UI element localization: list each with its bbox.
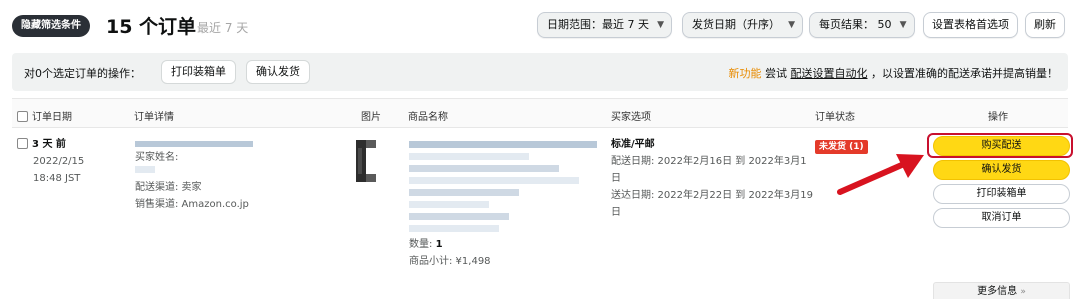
product-title-line [409, 165, 559, 172]
more-info-label: 更多信息 [977, 286, 1018, 297]
buyer-name-value [135, 166, 155, 173]
buyer-options-cell: 标准/平邮 配送日期: 2022年2月16日 到 2022年3月1 日 送达日期… [611, 136, 813, 221]
order-details-cell: 买家姓名: 配送渠道: 卖家 销售渠道: Amazon.co.jp [135, 136, 255, 213]
row-checkbox[interactable] [17, 138, 28, 149]
product-sku-line [409, 213, 509, 220]
order-date: 2022/2/15 [33, 156, 85, 167]
sort-label: 发货日期（升序） [692, 18, 780, 31]
product-thumbnail[interactable] [356, 140, 378, 182]
fulfillment-channel: 配送渠道: 卖家 [135, 182, 202, 193]
print-packing-slip-button[interactable]: 打印装箱单 [161, 60, 236, 84]
confirm-shipment-button[interactable]: 确认发货 [246, 60, 310, 84]
product-title-line [409, 177, 579, 184]
date-range-hint: 最近 7 天 [197, 21, 249, 35]
confirm-shipment-row-button[interactable]: 确认发货 [933, 160, 1070, 180]
date-range-dropdown[interactable]: 日期范围：最近 7 天 ▼ [537, 12, 672, 38]
sort-dropdown[interactable]: 发货日期（升序） ▼ [682, 12, 803, 38]
col-order-date: 订单日期 [17, 108, 72, 123]
shipping-automation-link[interactable]: 配送设置自动化 [791, 67, 868, 80]
product-name-cell: 数量: 1 商品小计: ¥1,498 [409, 136, 599, 270]
promo-suffix: ，以设置准确的配送承诺并提高销量！ [871, 67, 1058, 80]
order-time: 18:48 JST [33, 173, 81, 184]
buy-shipping-button[interactable]: 购买配送 [933, 136, 1070, 156]
table-header: 订单日期 订单详情 图片 商品名称 买家选项 订单状态 操作 [12, 98, 1068, 128]
cancel-order-button[interactable]: 取消订单 [933, 208, 1070, 228]
quantity-label: 数量: [409, 239, 433, 250]
item-subtotal: 商品小计: ¥1,498 [409, 256, 491, 267]
chevron-down-icon: ▼ [657, 20, 664, 30]
promo-new-tag: 新功能 [728, 67, 762, 80]
order-id-link[interactable] [135, 141, 253, 147]
product-title-line [409, 153, 529, 160]
select-all-checkbox[interactable] [17, 111, 28, 122]
product-asin-line [409, 225, 499, 232]
col-actions: 操作 [988, 112, 1008, 123]
table-settings-button[interactable]: 设置表格首选项 [923, 12, 1018, 38]
deliver-by-date-cont: 日 [611, 207, 621, 218]
promo-prefix: 尝试 [765, 67, 787, 80]
quantity-line: 数量: 1 [409, 236, 599, 253]
hide-filters-button[interactable]: 隐藏筛选条件 [12, 15, 90, 37]
product-title-line [409, 201, 489, 208]
product-image-icon [356, 140, 376, 182]
order-age: 3 天 前 [32, 139, 66, 150]
annotation-arrow-icon [837, 154, 924, 195]
more-info-button[interactable]: 更多信息 » [933, 282, 1070, 299]
col-order-date-label: 订单日期 [32, 112, 72, 123]
col-image: 图片 [361, 112, 381, 123]
quantity-value: 1 [435, 239, 443, 250]
col-product-name: 商品名称 [408, 112, 448, 123]
ship-by-date: 配送日期: 2022年2月16日 到 2022年3月1 [611, 156, 807, 167]
print-packing-slip-row-button[interactable]: 打印装箱单 [933, 184, 1070, 204]
refresh-button[interactable]: 刷新 [1025, 12, 1065, 38]
page-header: 隐藏筛选条件 15 个订单 最近 7 天 日期范围：最近 7 天 ▼ 发货日期（… [0, 0, 1080, 48]
per-page-dropdown[interactable]: 每页结果： 50 ▼ [809, 12, 915, 38]
col-buyer-options: 买家选项 [611, 112, 651, 123]
product-title-line [409, 189, 519, 196]
date-range-label: 日期范围：最近 7 天 [547, 18, 649, 31]
bulk-action-bar: 对0个选定订单的操作： 打印装箱单 确认发货 新功能 尝试 配送设置自动化 ，以… [12, 53, 1068, 91]
chevron-down-icon: ▼ [788, 20, 795, 30]
chevron-down-icon: ▼ [899, 20, 907, 30]
col-order-details: 订单详情 [134, 112, 174, 123]
order-date-cell: 3 天 前 2022/2/15 18:48 JST [17, 136, 84, 187]
col-order-status: 订单状态 [815, 112, 855, 123]
order-count-title: 15 个订单 [106, 16, 197, 38]
promo-banner: 新功能 尝试 配送设置自动化 ，以设置准确的配送承诺并提高销量！ [729, 65, 1059, 81]
chevron-double-icon: » [1020, 287, 1026, 297]
deliver-by-date: 送达日期: 2022年2月22日 到 2022年3月19 [611, 190, 813, 201]
buyer-name-label: 买家姓名: [135, 152, 179, 163]
bulk-action-label: 对0个选定订单的操作： [24, 67, 141, 80]
shipping-service: 标准/平邮 [611, 139, 655, 150]
ship-by-date-cont: 日 [611, 173, 621, 184]
sales-channel: 销售渠道: Amazon.co.jp [135, 199, 249, 210]
product-title-link[interactable] [409, 141, 597, 148]
per-page-label: 每页结果： 50 [819, 18, 892, 31]
